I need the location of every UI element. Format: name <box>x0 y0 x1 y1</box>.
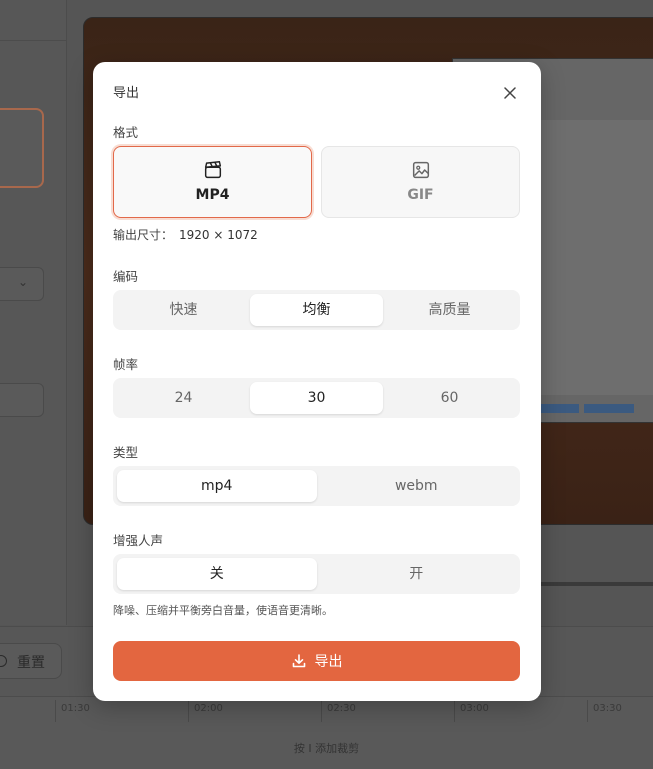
preview-decor <box>541 404 579 413</box>
timeline-hint: 按 I 添加裁剪 <box>293 742 360 755</box>
divider <box>0 40 66 41</box>
format-label: 格式 <box>113 125 139 140</box>
encoding-option-fast[interactable]: 快速 <box>117 294 250 326</box>
encoding-selector: 快速 均衡 高质量 <box>113 290 520 330</box>
timeline-tick: 03:30 <box>593 703 622 714</box>
preview-decor <box>584 404 634 413</box>
image-icon <box>412 161 429 179</box>
format-option-gif[interactable]: GIF <box>321 146 520 218</box>
encoding-label: 编码 <box>113 269 139 284</box>
voice-enhance-label: 增强人声 <box>113 533 164 548</box>
bg-card <box>0 108 44 188</box>
voice-enhance-option-on[interactable]: 开 <box>317 558 517 590</box>
timeline-tick: 02:00 <box>194 703 223 714</box>
download-icon <box>292 654 305 668</box>
format-option-label: GIF <box>407 187 434 203</box>
framerate-selector: 24 30 60 <box>113 378 520 418</box>
left-panel <box>0 0 67 625</box>
tick-line <box>587 700 588 722</box>
clapperboard-icon <box>204 161 221 179</box>
voice-enhance-description: 降噪、压缩并平衡旁白音量，使语音更清晰。 <box>113 604 333 617</box>
type-label: 类型 <box>113 445 139 460</box>
timeline-tick: 02:30 <box>327 703 356 714</box>
output-size-label: 输出尺寸： <box>113 228 174 242</box>
preview-screen-content <box>541 120 653 395</box>
framerate-label: 帧率 <box>113 357 139 372</box>
dialog-title: 导出 <box>113 86 140 101</box>
progress-track <box>541 582 653 586</box>
format-option-mp4[interactable]: MP4 <box>113 146 312 218</box>
tick-line <box>321 700 322 722</box>
close-icon <box>504 87 516 99</box>
format-option-label: MP4 <box>195 187 230 203</box>
framerate-option-60[interactable]: 60 <box>383 382 516 414</box>
tick-line <box>188 700 189 722</box>
chevron-down-icon: ⌄ <box>18 275 29 289</box>
timeline-tick: 01:30 <box>61 703 90 714</box>
output-size-value: 1920 × 1072 <box>179 228 258 242</box>
encoding-option-high-quality[interactable]: 高质量 <box>383 294 516 326</box>
tick-line <box>454 700 455 722</box>
close-button[interactable] <box>499 82 521 104</box>
timeline-tick: 03:00 <box>460 703 489 714</box>
export-dialog: 导出 格式 MP4 GIF 输出尺寸： 1920 × 1072 编码 快速 均衡 … <box>93 62 541 701</box>
bg-input <box>0 383 44 417</box>
export-button[interactable]: 导出 <box>113 641 520 681</box>
voice-enhance-selector: 关 开 <box>113 554 520 594</box>
tick-line <box>55 700 56 722</box>
type-option-mp4[interactable]: mp4 <box>117 470 317 502</box>
reset-label: 重置 <box>17 655 45 671</box>
encoding-option-balanced[interactable]: 均衡 <box>250 294 383 326</box>
output-size: 输出尺寸： 1920 × 1072 <box>113 226 258 243</box>
voice-enhance-option-off[interactable]: 关 <box>117 558 317 590</box>
export-button-label: 导出 <box>314 654 343 670</box>
type-selector: mp4 webm <box>113 466 520 506</box>
type-option-webm[interactable]: webm <box>317 470 517 502</box>
framerate-option-24[interactable]: 24 <box>117 382 250 414</box>
framerate-option-30[interactable]: 30 <box>250 382 383 414</box>
